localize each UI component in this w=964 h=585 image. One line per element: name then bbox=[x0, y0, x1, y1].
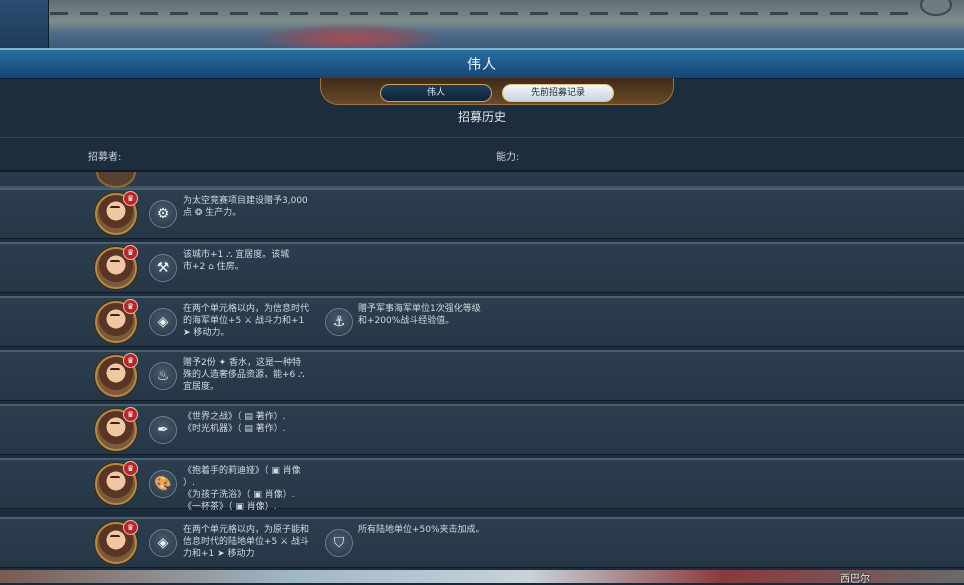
palette-icon: 🎨 bbox=[149, 470, 177, 498]
list-item[interactable]: ♛ ⚒ 该城市+1 ⛬ 宜居度。该城 市+2 ⌂ 住房。 bbox=[0, 242, 964, 293]
great-people-panel: 伟人 伟人 先前招募记录 招募历史 招募者: 能力: ♛ ⚙ 为太空竞赛项目建设赠予… bbox=[0, 48, 964, 570]
tab-tray: 伟人 先前招募记录 bbox=[320, 78, 674, 105]
player-badge-icon: ♛ bbox=[123, 353, 138, 368]
divider bbox=[0, 137, 964, 138]
player-badge-icon: ♛ bbox=[123, 245, 138, 260]
player-badge-icon: ♛ bbox=[123, 407, 138, 422]
rocket-icon: ⚙ bbox=[149, 200, 177, 228]
list-item[interactable]: ♛ ✒ 《世界之战》（ ▤ 著作）. 《时光机器》（ ▤ 著作）. bbox=[0, 404, 964, 455]
atom-icon: ◈ bbox=[149, 529, 177, 557]
player-badge-icon: ♛ bbox=[123, 461, 138, 476]
map-corner-button[interactable] bbox=[920, 0, 952, 16]
map-backdrop-bottom: 西巴尔 bbox=[0, 570, 964, 585]
portrait bbox=[96, 172, 136, 188]
quill-icon: ✒ bbox=[149, 416, 177, 444]
tab-previously-recruited[interactable]: 先前招募记录 bbox=[502, 84, 614, 102]
map-ui-box bbox=[0, 0, 49, 48]
title-bar: 伟人 bbox=[0, 48, 964, 79]
ability-text: 该城市+1 ⛬ 宜居度。该城 市+2 ⌂ 住房。 bbox=[183, 250, 290, 272]
ability-text: 在两个单元格以内，为信息时代 的海军单位+5 ⚔ 战斗力和+1 ➤ 移动力。 bbox=[183, 304, 310, 338]
ability-text: 赠予军事海军单位1次强化等级 和+200%战斗经验值。 bbox=[358, 304, 481, 326]
list-item[interactable]: ♛ ♨ 赠予2份 ✦ 香水，这是一种特 殊的人造奢侈品资源，能+6 ⛬ 宜居度。 bbox=[0, 350, 964, 401]
ability-text: 赠予2份 ✦ 香水，这是一种特 殊的人造奢侈品资源，能+6 ⛬ 宜居度。 bbox=[183, 358, 305, 392]
ability-text: 为太空竞赛项目建设赠予3,000 点 ❂ 生产力。 bbox=[183, 196, 308, 218]
recruit-history-list[interactable]: ♛ ⚙ 为太空竞赛项目建设赠予3,000 点 ❂ 生产力。 ♛ ⚒ 该城市+1 ⛬ 宜居度… bbox=[0, 172, 964, 570]
player-badge-icon: ♛ bbox=[123, 299, 138, 314]
list-item[interactable]: ♛ ◈ 在两个单元格以内，为原子能和 信息时代的陆地单位+5 ⚔ 战斗 力和+1 ➤… bbox=[0, 517, 964, 568]
tools-icon: ⚒ bbox=[149, 254, 177, 282]
panel-title: 伟人 bbox=[467, 57, 497, 73]
perfume-icon: ♨ bbox=[149, 362, 177, 390]
list-item[interactable]: ♛ ⚙ 为太空竞赛项目建设赠予3,000 点 ❂ 生产力。 bbox=[0, 188, 964, 239]
ability-text: 《世界之战》（ ▤ 著作）. 《时光机器》（ ▤ 著作）. bbox=[183, 412, 286, 434]
ability-text: 所有陆地单位+50%夹击加成。 bbox=[358, 525, 485, 535]
ability-text: 在两个单元格以内，为原子能和 信息时代的陆地单位+5 ⚔ 战斗 力和+1 ➤ 移… bbox=[183, 525, 310, 559]
column-header-ability: 能力: bbox=[496, 152, 520, 163]
tab-great-people[interactable]: 伟人 bbox=[380, 84, 492, 102]
list-item[interactable]: ♛ ◈ 在两个单元格以内，为信息时代 的海军单位+5 ⚔ 战斗力和+1 ➤ 移动力。… bbox=[0, 296, 964, 347]
map-border-line bbox=[50, 12, 910, 15]
rank-icon: ⛉ bbox=[325, 529, 353, 557]
naval-icon: ◈ bbox=[149, 308, 177, 336]
list-item[interactable]: ♛ 🎨 《抱着手的莉迪娅》（ ▣ 肖像 ）. 《为孩子洗浴》（ ▣ 肖像）. 《一杯… bbox=[0, 458, 964, 512]
anchor-icon: ⚓ bbox=[325, 308, 353, 336]
section-title: 招募历史 bbox=[457, 110, 506, 124]
list-item-partial bbox=[0, 172, 964, 188]
map-territory bbox=[260, 24, 440, 48]
column-header-recruiter: 招募者: bbox=[88, 152, 122, 163]
player-badge-icon: ♛ bbox=[123, 520, 138, 535]
player-badge-icon: ♛ bbox=[123, 191, 138, 206]
ability-text: 《抱着手的莉迪娅》（ ▣ 肖像 ）. 《为孩子洗浴》（ ▣ 肖像）. 《一杯茶》… bbox=[183, 466, 301, 512]
map-backdrop-top bbox=[0, 0, 964, 48]
